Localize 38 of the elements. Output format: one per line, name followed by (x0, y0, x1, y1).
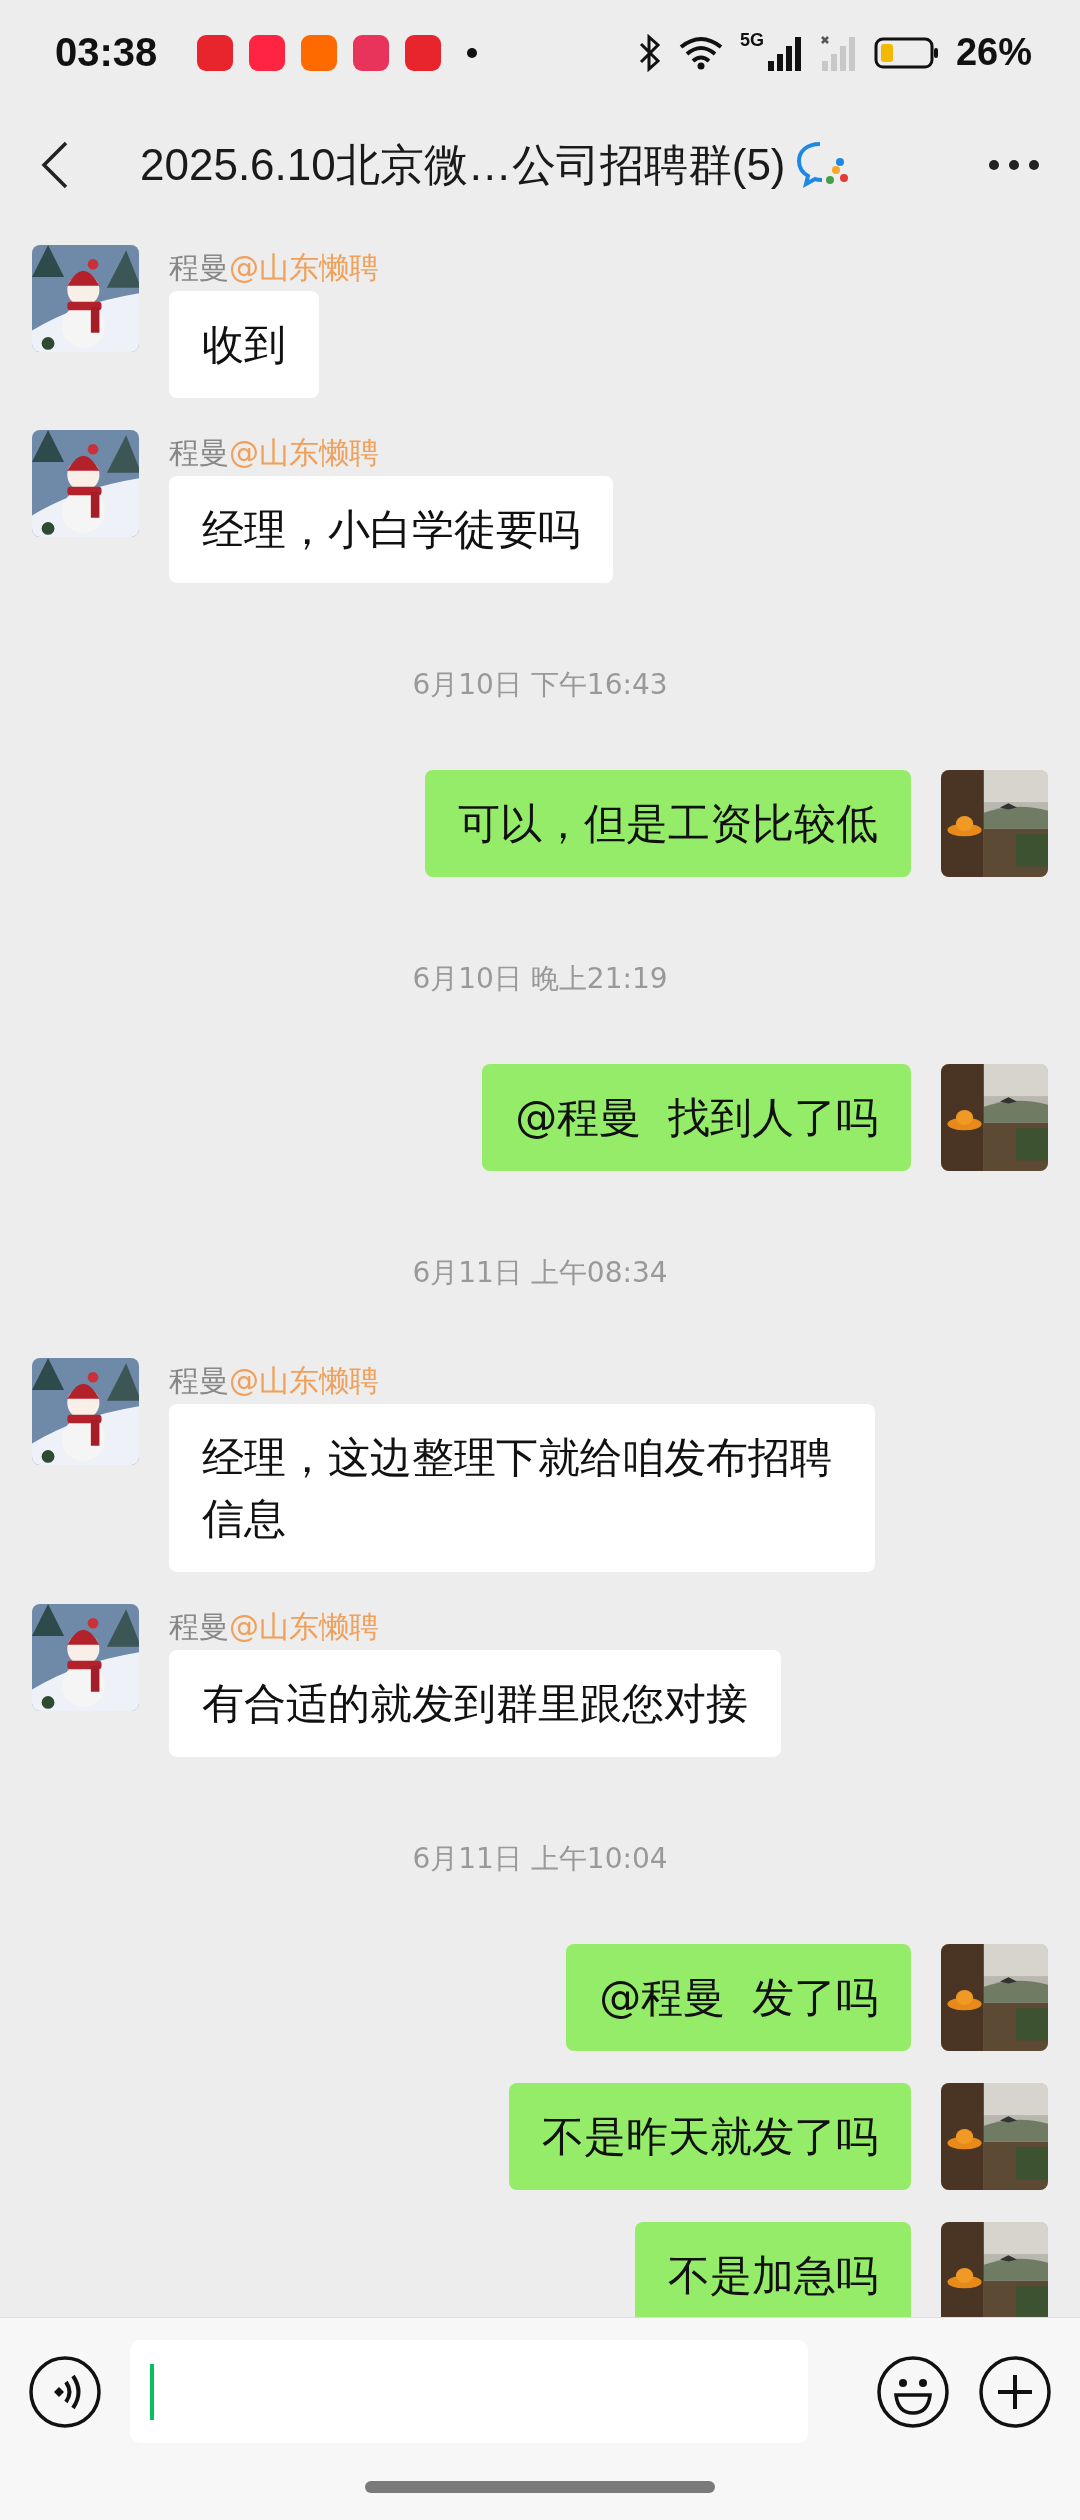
timestamp: 6月10日 晚上21:19 (412, 961, 668, 997)
timestamp: 6月11日 上午08:34 (412, 1255, 668, 1291)
app-notification-icon (405, 34, 442, 71)
signal-icon (765, 34, 804, 71)
message-bubble: @程曼 找到人了吗 (482, 1064, 911, 1171)
battery-percentage: 26% (955, 31, 1032, 74)
battery-icon (873, 36, 940, 69)
sender-name: 程曼@山东懒聘 (169, 249, 379, 287)
message-bubble: 经理，这边整理下就给咱发布招聘信息 (169, 1404, 875, 1572)
plus-icon[interactable] (978, 2354, 1052, 2429)
wifi-icon (677, 34, 724, 71)
app-notification-icon (249, 34, 286, 71)
back-icon[interactable] (40, 140, 70, 190)
voice-icon[interactable] (28, 2354, 102, 2429)
message-bubble: 经理，小白学徒要吗 (169, 476, 613, 583)
message-bubble: 不是加急吗 (635, 2222, 911, 2317)
message-input-field[interactable] (130, 2340, 808, 2443)
message-bubble: 收到 (169, 291, 319, 398)
message-bubble: 可以，但是工资比较低 (425, 770, 911, 877)
app-notification-icon (353, 34, 390, 71)
sender-name: 程曼@山东懒聘 (169, 1608, 379, 1646)
message-bubble: @程曼 发了吗 (566, 1944, 911, 2051)
more-icon[interactable] (988, 159, 1040, 171)
no-signal-icon (819, 34, 858, 71)
message-bubble: 有合适的就发到群里跟您对接 (169, 1650, 781, 1757)
more-notifications-icon (467, 47, 478, 58)
clock: 03:38 (55, 30, 158, 75)
network-type: 5G (739, 30, 764, 51)
bluetooth-icon (637, 33, 662, 72)
sender-name: 程曼@山东懒聘 (169, 434, 379, 472)
chat-title: 2025.6.10北京微…公司招聘群(5) (140, 138, 786, 191)
timestamp: 6月11日 上午10:04 (412, 1841, 668, 1877)
emoji-icon[interactable] (876, 2354, 950, 2429)
app-notification-icon (197, 34, 234, 71)
app-notification-icon (301, 34, 338, 71)
sender-name: 程曼@山东懒聘 (169, 1362, 379, 1400)
timestamp: 6月10日 下午16:43 (412, 667, 668, 703)
message-bubble: 不是昨天就发了吗 (509, 2083, 911, 2190)
